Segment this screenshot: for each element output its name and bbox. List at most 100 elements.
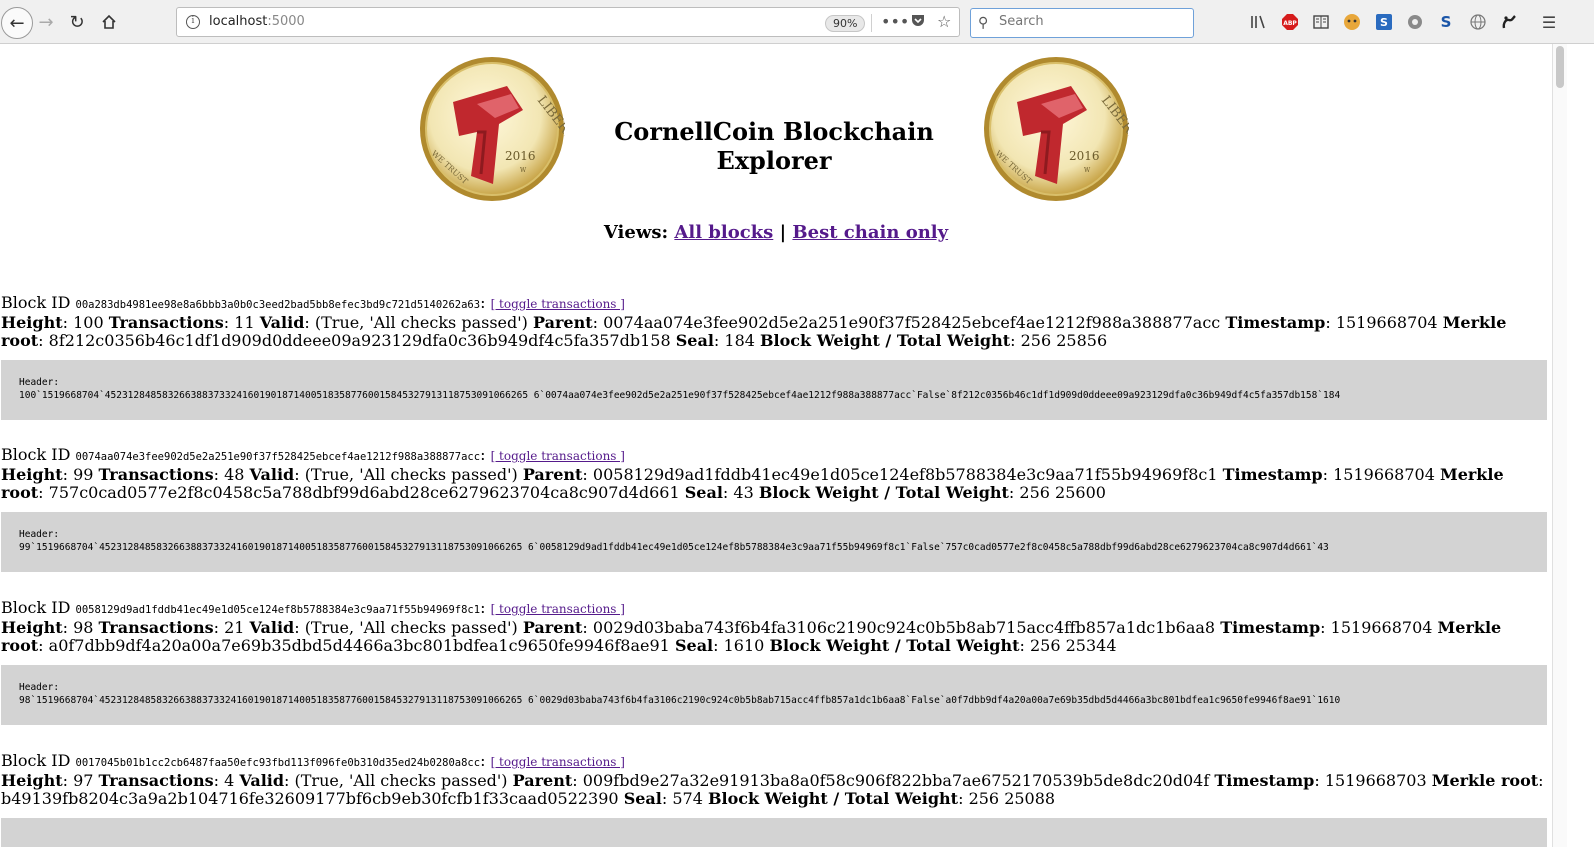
reload-icon: ↻ xyxy=(69,11,85,33)
toggle-transactions-link[interactable]: [ toggle transactions ] xyxy=(491,449,625,463)
block-entry: Block ID 00a283db4981ee98e8a6bbb3a0b0c3e… xyxy=(1,294,1547,420)
coin-year: 2016 xyxy=(1069,149,1100,163)
block-merkle: 757c0cad0577e2f8c0458c5a788dbf99d6abd28c… xyxy=(48,483,680,502)
block-header-box xyxy=(1,818,1547,847)
block-weight: 256 25856 xyxy=(1020,331,1108,350)
block-timestamp: 1519668704 xyxy=(1330,618,1433,637)
block-id-label: Block ID xyxy=(1,751,71,770)
block-id-label: Block ID xyxy=(1,445,71,464)
block-header-value: 99`1519668704`45231284858326638837332416… xyxy=(19,542,1329,553)
block-weight: 256 25344 xyxy=(1030,636,1117,655)
back-arrow-icon: ← xyxy=(9,12,25,34)
coin-mark: W xyxy=(520,167,527,174)
block-id-value: 00a283db4981ee98e8a6bbb3a0b0c3eed2bad5bb… xyxy=(75,299,481,311)
block-weight: 256 25600 xyxy=(1019,483,1106,502)
block-entry: Block ID 0074aa074e3fee902d5e2a251e90f37… xyxy=(1,446,1547,572)
block-timestamp: 1519668704 xyxy=(1333,465,1435,484)
search-box[interactable]: ⚲ xyxy=(970,8,1194,38)
globe-icon[interactable] xyxy=(1468,12,1488,32)
block-tx-count: 11 xyxy=(234,313,255,332)
block-valid: (True, 'All checks passed') xyxy=(314,313,528,332)
views-label: Views: xyxy=(603,222,669,243)
block-parent: 009fbd9e27a32e91913ba8a0f58c906f822bba7a… xyxy=(582,771,1210,790)
block-weight: 256 25088 xyxy=(968,789,1056,808)
screenshot-extension-icon[interactable]: S xyxy=(1374,12,1394,32)
page-title: CornellCoin Blockchain Explorer xyxy=(614,117,934,175)
back-button[interactable]: ← xyxy=(1,7,33,39)
search-icon: ⚲ xyxy=(978,15,989,31)
coin-logo-left: LIBERTY WE TRUST 2016 W xyxy=(420,57,565,201)
block-id-value: 0017045b01b1cc2cb6487faa50efc93fbd113f09… xyxy=(75,757,481,769)
forward-button[interactable]: → xyxy=(32,8,60,36)
url-divider xyxy=(871,14,872,32)
block-height: 99 xyxy=(73,465,94,484)
home-icon xyxy=(102,14,116,29)
block-parent: 0058129d9ad1fddb41ec49e1d05ce124ef8b5788… xyxy=(592,465,1218,484)
block-merkle: 8f212c0356b46c1df1d909d0ddeee09a923129df… xyxy=(48,331,671,350)
block-header-box: Header: 98`1519668704`452312848583266388… xyxy=(1,665,1547,725)
block-header-value: 100`1519668704`4523128485832663883733241… xyxy=(19,390,1341,401)
url-text[interactable]: localhost:5000 xyxy=(209,14,305,29)
block-id-value: 0058129d9ad1fddb41ec49e1d05ce124ef8b5788… xyxy=(75,604,481,616)
forward-arrow-icon: → xyxy=(38,11,54,33)
block-seal: 1610 xyxy=(723,636,765,655)
svg-text:ABP: ABP xyxy=(1283,20,1297,27)
toggle-transactions-link[interactable]: [ toggle transactions ] xyxy=(491,755,625,769)
block-tx-count: 4 xyxy=(224,771,235,790)
menu-icon[interactable]: ☰ xyxy=(1539,12,1559,32)
block-merkle: b49139fb8204c3a9a2b104716fe32609177bf6cb… xyxy=(1,789,619,808)
block-id-label: Block ID xyxy=(1,598,71,617)
coin-year: 2016 xyxy=(505,149,536,163)
block-tx-count: 48 xyxy=(224,465,245,484)
home-button[interactable] xyxy=(95,8,123,36)
views-nav: Views: All blocks | Best chain only xyxy=(0,222,1552,243)
svg-text:S: S xyxy=(1380,16,1388,29)
block-entry: Block ID 0017045b01b1cc2cb6487faa50efc93… xyxy=(1,752,1547,847)
block-height: 98 xyxy=(73,618,94,637)
library-icon[interactable] xyxy=(1249,12,1269,32)
block-id-value: 0074aa074e3fee902d5e2a251e90f37f528425eb… xyxy=(75,451,481,463)
page-scrollbar[interactable] xyxy=(1552,44,1567,847)
scrollbar-thumb[interactable] xyxy=(1556,46,1564,88)
block-parent: 0074aa074e3fee902d5e2a251e90f37f528425eb… xyxy=(603,313,1221,332)
block-seal: 184 xyxy=(724,331,755,350)
site-info-icon[interactable]: i xyxy=(186,15,200,29)
block-entry: Block ID 0058129d9ad1fddb41ec49e1d05ce12… xyxy=(1,599,1547,725)
tampermonkey-icon[interactable] xyxy=(1342,12,1362,32)
block-height: 100 xyxy=(73,313,104,332)
block-header-box: Header: 99`1519668704`452312848583266388… xyxy=(1,512,1547,572)
reload-button[interactable]: ↻ xyxy=(63,8,91,36)
reader-view-icon[interactable] xyxy=(1311,12,1331,32)
browser-toolbar: ← → ↻ i localhost:5000 90% ••• ☆ ⚲ ABP S xyxy=(0,0,1594,44)
block-height: 97 xyxy=(73,771,94,790)
zoom-indicator[interactable]: 90% xyxy=(825,15,866,32)
coin-mark: W xyxy=(1084,167,1091,174)
s-extension-icon[interactable]: S xyxy=(1436,12,1456,32)
search-input[interactable] xyxy=(999,14,1179,29)
block-parent: 0029d03baba743f6b4fa3106c2190c924c0b5b8a… xyxy=(592,618,1216,637)
page-content: LIBERTY WE TRUST 2016 W CornellCoin Bloc… xyxy=(0,44,1552,847)
views-separator: | xyxy=(779,222,787,243)
privacy-badger-icon[interactable] xyxy=(1405,12,1425,32)
block-seal: 574 xyxy=(672,789,703,808)
block-valid: (True, 'All checks passed') xyxy=(304,618,518,637)
block-merkle: a0f7dbb9df4a20a00a7e69b35dbd5d4466a3bc80… xyxy=(48,636,670,655)
block-timestamp: 1519668704 xyxy=(1335,313,1438,332)
all-blocks-link[interactable]: All blocks xyxy=(674,222,773,243)
page-actions-icon[interactable]: ••• xyxy=(881,12,909,31)
toggle-transactions-link[interactable]: [ toggle transactions ] xyxy=(491,297,625,311)
gnome-extension-icon[interactable] xyxy=(1499,12,1519,32)
block-tx-count: 21 xyxy=(224,618,245,637)
pocket-icon[interactable] xyxy=(910,12,926,32)
adblock-icon[interactable]: ABP xyxy=(1280,12,1300,32)
block-header-value: 98`1519668704`45231284858326638837332416… xyxy=(19,695,1341,706)
toggle-transactions-link[interactable]: [ toggle transactions ] xyxy=(491,602,625,616)
best-chain-link[interactable]: Best chain only xyxy=(792,222,948,243)
block-valid: (True, 'All checks passed') xyxy=(294,771,508,790)
block-seal: 43 xyxy=(733,483,754,502)
url-bar[interactable]: i localhost:5000 90% ••• ☆ xyxy=(176,7,960,37)
block-valid: (True, 'All checks passed') xyxy=(304,465,518,484)
block-header-box: Header: 100`1519668704`45231284858326638… xyxy=(1,360,1547,420)
bookmark-star-icon[interactable]: ☆ xyxy=(937,12,951,31)
coin-logo-right: LIBERTY WE TRUST 2016 W xyxy=(984,57,1129,201)
